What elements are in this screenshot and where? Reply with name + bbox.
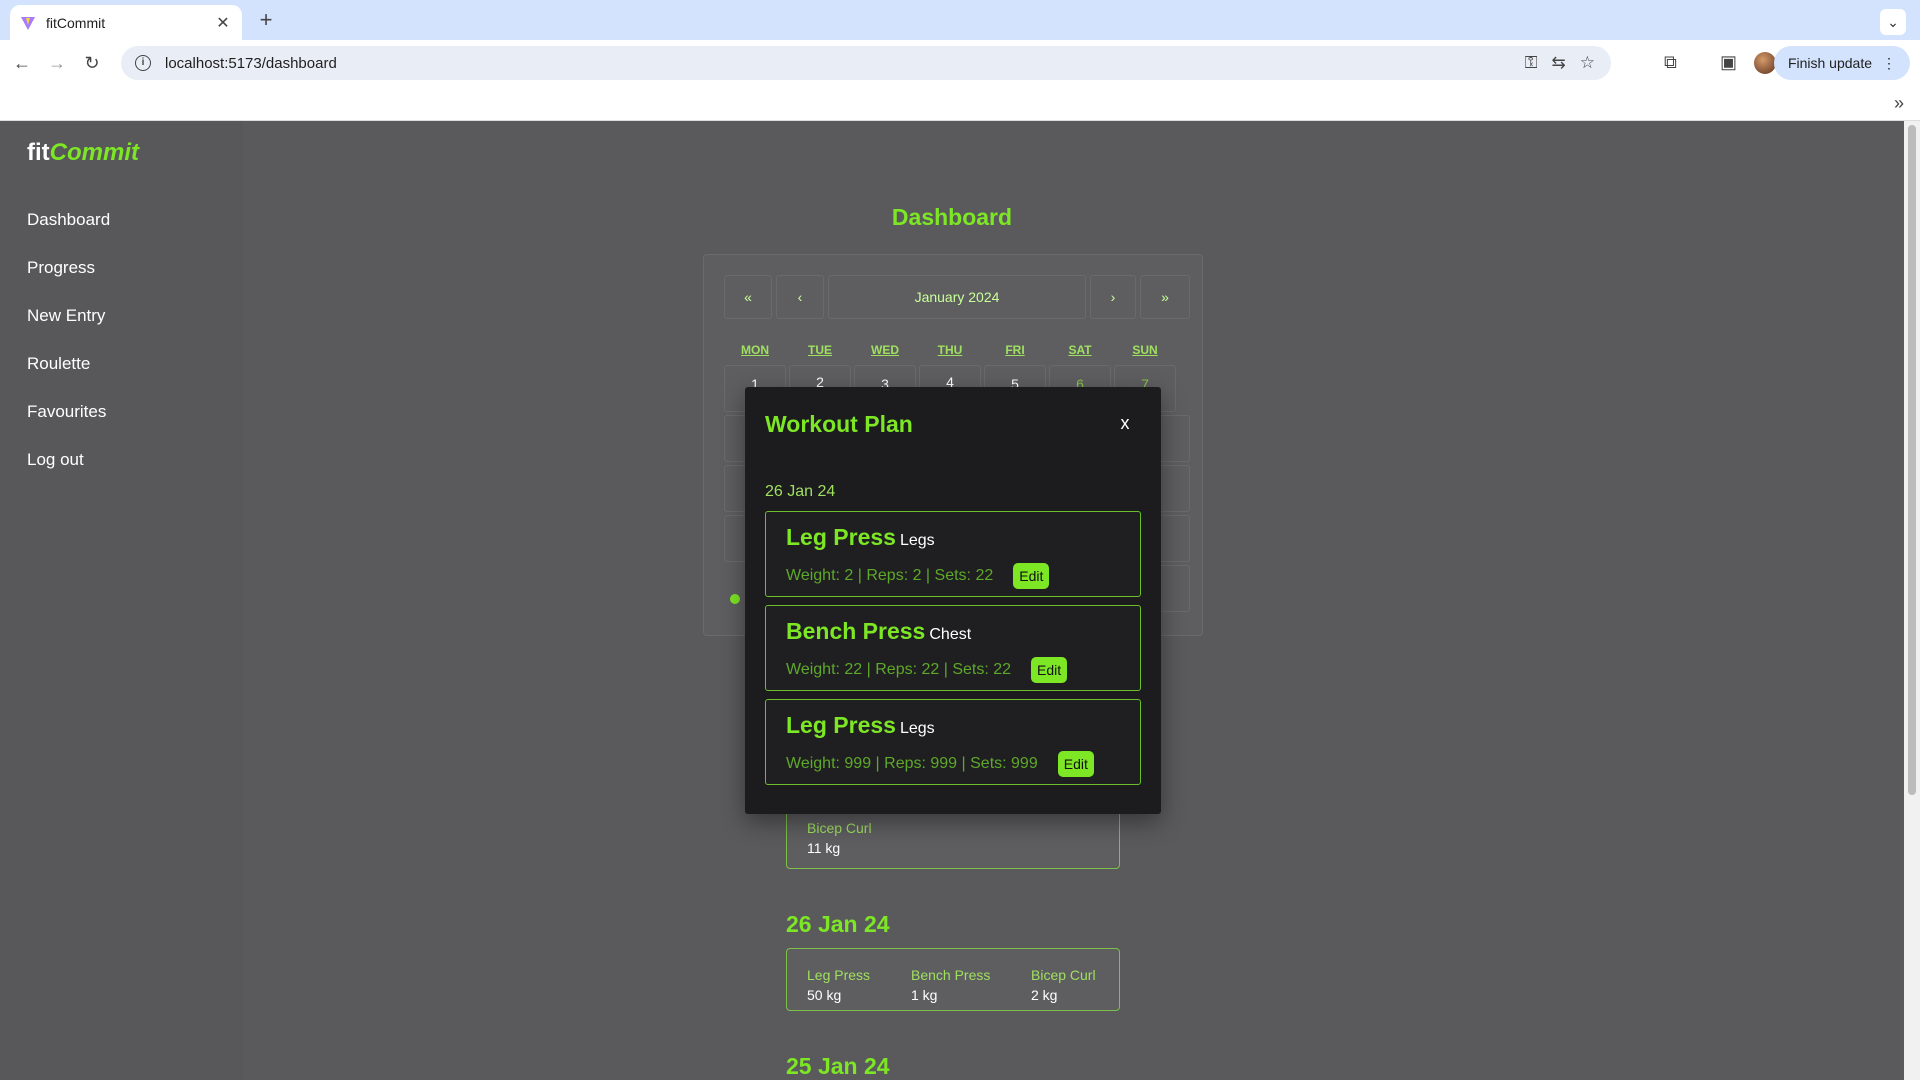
- chevron-more-icon[interactable]: »: [1894, 93, 1904, 114]
- more-menu-icon: ⋮: [1882, 54, 1896, 71]
- back-icon[interactable]: ←: [10, 51, 34, 75]
- exercise-name: Leg Press: [786, 524, 896, 550]
- modal-close-button[interactable]: x: [1115, 413, 1135, 434]
- main-content: Dashboard « ‹ January 2024 › » MON TUE W…: [242, 121, 1904, 1080]
- exercise-card: Leg Press Legs Weight: 999 | Reps: 999 | …: [765, 699, 1141, 785]
- workout-plan-modal: Workout Plan x 26 Jan 24 Leg Press Legs W…: [745, 387, 1161, 814]
- toolbar-right: ⧉: [1664, 52, 1677, 73]
- sidebar-item-log-out[interactable]: Log out: [27, 449, 110, 497]
- month-label-button[interactable]: January 2024: [828, 275, 1086, 319]
- vite-favicon-icon: [21, 16, 35, 30]
- entry-item: Leg Press 50 kg: [807, 967, 870, 1003]
- exercise-name: Leg Press: [786, 712, 896, 738]
- exercise-detail: Weight: 2 | Reps: 2 | Sets: 22: [786, 567, 994, 584]
- url-text: localhost:5173/dashboard: [165, 54, 337, 72]
- entry-date-heading: 25 Jan 24: [786, 1053, 890, 1079]
- scrollbar-thumb[interactable]: [1908, 125, 1916, 795]
- modal-date: 26 Jan 24: [765, 483, 836, 500]
- browser-toolbar: ← → ↻ i localhost:5173/dashboard ⚿ ⇆ ☆ ⧉…: [0, 40, 1920, 87]
- entry-date-heading: 26 Jan 24: [786, 911, 890, 937]
- profile-avatar[interactable]: [1754, 52, 1776, 74]
- entry-item: Bicep Curl 2 kg: [1031, 967, 1096, 1003]
- entry-card: Leg Press 50 kg Bench Press 1 kg Bicep C…: [786, 948, 1120, 1011]
- weekday-sun: SUN: [1132, 343, 1158, 357]
- entry-item: Bench Press 1 kg: [911, 967, 990, 1003]
- page-title: Dashboard: [891, 204, 1013, 230]
- edit-button[interactable]: Edit: [1057, 751, 1094, 777]
- weekday-sat: SAT: [1068, 343, 1092, 357]
- edit-button[interactable]: Edit: [1013, 563, 1050, 589]
- sidebar-item-dashboard[interactable]: Dashboard: [27, 209, 110, 257]
- entry-exercise-name: Bench Press: [911, 967, 991, 983]
- edit-button[interactable]: Edit: [1031, 657, 1068, 683]
- weekday-wed: WED: [871, 343, 899, 357]
- weekday-fri: FRI: [1005, 343, 1025, 357]
- tab-title: fitCommit: [46, 14, 106, 31]
- logo-fit: fit: [27, 139, 50, 166]
- app-root: fitCommit Dashboard Progress New Entry R…: [0, 121, 1904, 1080]
- weekday-thu: THU: [937, 343, 963, 357]
- site-info-icon[interactable]: i: [135, 55, 151, 71]
- browser-tab[interactable]: fitCommit ✕: [10, 5, 242, 40]
- exercise-name: Bench Press: [786, 618, 926, 644]
- app-logo[interactable]: fitCommit: [27, 139, 139, 167]
- browser-tabstrip: fitCommit ✕ + ⌄: [0, 0, 1920, 40]
- extensions-icon[interactable]: ⧉: [1664, 52, 1677, 73]
- exercise-detail: Weight: 22 | Reps: 22 | Sets: 22: [786, 661, 1012, 678]
- exercise-detail: Weight: 999 | Reps: 999 | Sets: 999: [786, 755, 1038, 772]
- sidebar-item-new-entry[interactable]: New Entry: [27, 305, 110, 353]
- reload-icon[interactable]: ↻: [80, 51, 104, 75]
- entry-exercise-weight: 2 kg: [1031, 987, 1058, 1003]
- weekday-mon: MON: [741, 343, 769, 357]
- sidebar-nav: Dashboard Progress New Entry Roulette Fa…: [27, 209, 110, 497]
- address-bar[interactable]: i localhost:5173/dashboard ⚿ ⇆ ☆: [121, 46, 1611, 80]
- entry-exercise-name: Bicep Curl: [1031, 967, 1096, 983]
- tab-close-icon[interactable]: ✕: [214, 13, 232, 33]
- sidebar-item-roulette[interactable]: Roulette: [27, 353, 110, 401]
- side-panel-icon[interactable]: ▣: [1720, 52, 1737, 73]
- prev-month-button[interactable]: ‹: [776, 275, 824, 319]
- forward-icon[interactable]: →: [45, 51, 69, 75]
- exercise-card: Bench Press Chest Weight: 22 | Reps: 22 |…: [765, 605, 1141, 691]
- logo-commit: Commit: [49, 139, 139, 166]
- exercise-muscle: Legs: [899, 720, 935, 737]
- new-tab-icon[interactable]: +: [254, 8, 278, 32]
- sidebar-item-progress[interactable]: Progress: [27, 257, 110, 305]
- next-month-button[interactable]: ›: [1090, 275, 1136, 319]
- bookmark-bar: »: [0, 87, 1920, 121]
- prev-year-button[interactable]: «: [724, 275, 772, 319]
- entry-exercise-weight: 1 kg: [911, 987, 938, 1003]
- page-scrollbar[interactable]: [1904, 121, 1920, 1080]
- modal-title: Workout Plan: [765, 411, 913, 437]
- weekday-tue: TUE: [808, 343, 832, 357]
- entry-exercise-name: Bicep Curl: [807, 820, 872, 836]
- entry-exercise-name: Leg Press: [807, 967, 871, 983]
- exercise-muscle: Legs: [899, 532, 935, 549]
- tab-search-icon[interactable]: ⌄: [1880, 9, 1906, 35]
- exercise-muscle: Chest: [929, 626, 972, 643]
- sidebar: fitCommit Dashboard Progress New Entry R…: [0, 121, 242, 1080]
- exercise-card: Leg Press Legs Weight: 2 | Reps: 2 | Sets…: [765, 511, 1141, 597]
- key-icon[interactable]: ⚿: [1525, 53, 1538, 73]
- next-year-button[interactable]: »: [1140, 275, 1190, 319]
- entry-exercise-weight: 50 kg: [807, 987, 842, 1003]
- finish-update-label: Finish update: [1787, 55, 1872, 71]
- sidebar-item-favourites[interactable]: Favourites: [27, 401, 110, 449]
- workout-marker-dot: [730, 594, 740, 604]
- entry-item: Bicep Curl 11 kg: [807, 820, 872, 856]
- entry-exercise-weight: 11 kg: [807, 840, 841, 856]
- finish-update-button[interactable]: Finish update ⋮: [1773, 46, 1910, 80]
- bookmark-star-icon[interactable]: ☆: [1580, 53, 1595, 73]
- translate-icon[interactable]: ⇆: [1552, 53, 1566, 73]
